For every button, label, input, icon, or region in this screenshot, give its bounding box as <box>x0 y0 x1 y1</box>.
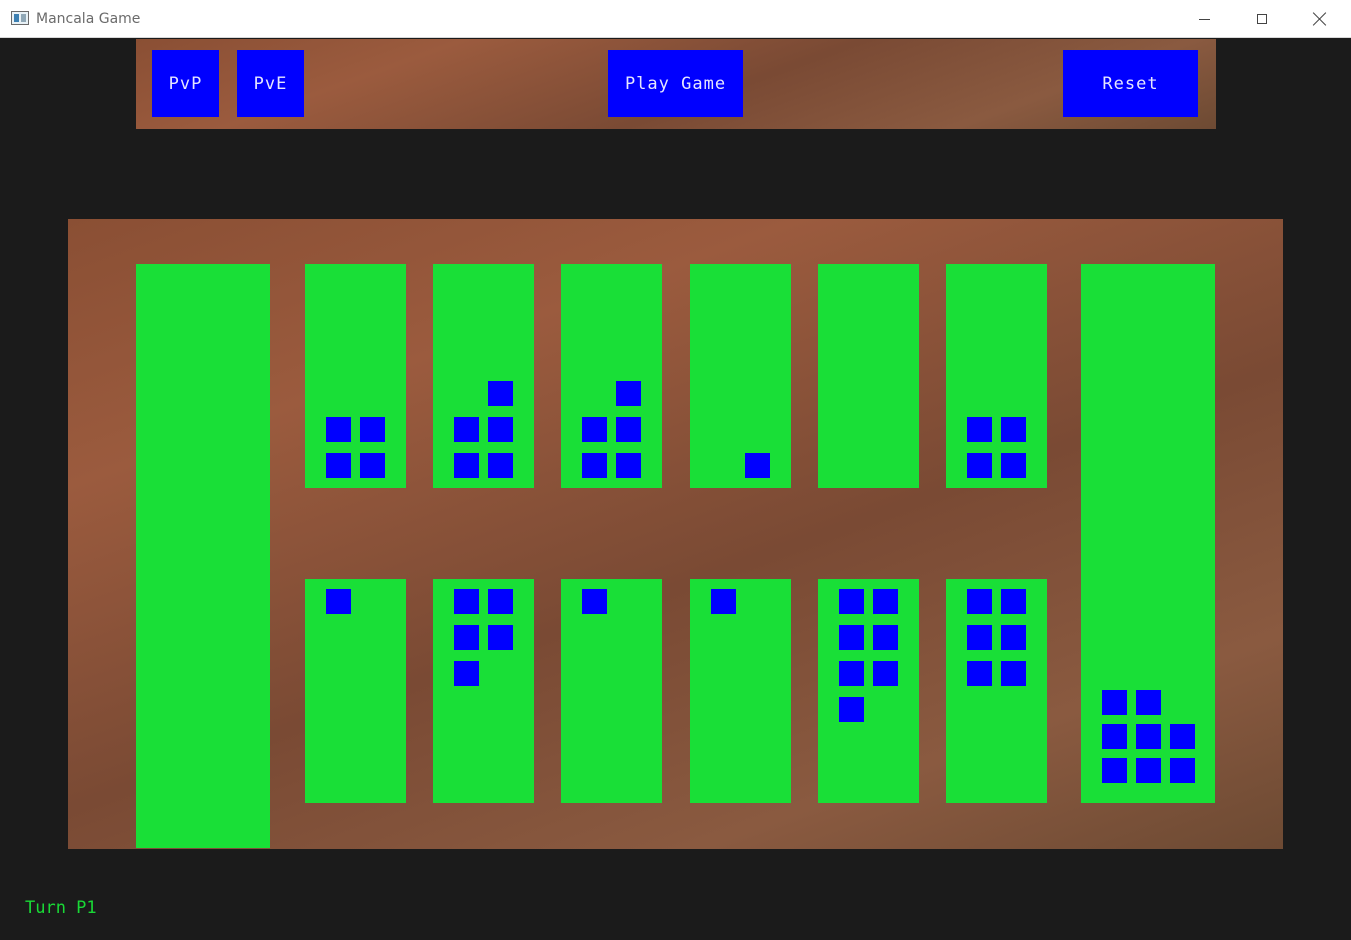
minimize-icon <box>1198 18 1210 20</box>
stone <box>967 453 992 478</box>
stone <box>873 589 898 614</box>
stone <box>454 625 479 650</box>
pve-button[interactable]: PvE <box>237 50 304 117</box>
window-titlebar: Mancala Game <box>0 0 1351 38</box>
stone <box>582 417 607 442</box>
stone <box>1136 724 1161 749</box>
stone <box>1001 625 1026 650</box>
stone <box>967 417 992 442</box>
turn-indicator: Turn P1 <box>25 898 97 918</box>
top-pit-6[interactable] <box>946 264 1047 488</box>
bottom-pit-6[interactable] <box>946 579 1047 803</box>
close-icon <box>1313 12 1327 26</box>
top-pit-5[interactable] <box>818 264 919 488</box>
stone <box>967 625 992 650</box>
play-game-button[interactable]: Play Game <box>608 50 743 117</box>
stone <box>454 417 479 442</box>
stone <box>711 589 736 614</box>
minimize-button[interactable] <box>1175 0 1233 38</box>
bottom-pit-5[interactable] <box>818 579 919 803</box>
top-pit-3[interactable] <box>561 264 662 488</box>
stone <box>839 589 864 614</box>
bottom-pit-3[interactable] <box>561 579 662 803</box>
stone <box>1170 724 1195 749</box>
stone <box>616 417 641 442</box>
maximize-button[interactable] <box>1233 0 1291 38</box>
pvp-button[interactable]: PvP <box>152 50 219 117</box>
maximize-icon <box>1257 14 1267 24</box>
stone <box>616 381 641 406</box>
mancala-board <box>68 219 1283 849</box>
stone <box>360 453 385 478</box>
stone <box>488 589 513 614</box>
bottom-pit-2[interactable] <box>433 579 534 803</box>
stone <box>454 589 479 614</box>
stone <box>616 453 641 478</box>
stone <box>488 381 513 406</box>
app-window-icon <box>11 11 29 25</box>
stone <box>1102 758 1127 783</box>
stone <box>1102 690 1127 715</box>
bottom-pit-1[interactable] <box>305 579 406 803</box>
close-button[interactable] <box>1291 0 1349 38</box>
stone <box>326 453 351 478</box>
stone <box>1102 724 1127 749</box>
stone <box>1001 453 1026 478</box>
stone <box>839 625 864 650</box>
stone <box>360 417 385 442</box>
stone <box>1136 758 1161 783</box>
window-title: Mancala Game <box>36 11 141 27</box>
stone <box>1001 661 1026 686</box>
stone <box>967 661 992 686</box>
stone <box>488 625 513 650</box>
stone <box>1001 589 1026 614</box>
stone <box>582 453 607 478</box>
toolbar: PvP PvE Play Game Reset <box>136 39 1216 129</box>
top-pit-2[interactable] <box>433 264 534 488</box>
stone <box>873 661 898 686</box>
top-pit-4[interactable] <box>690 264 791 488</box>
stone <box>839 697 864 722</box>
stone <box>745 453 770 478</box>
stone <box>967 589 992 614</box>
stone <box>582 589 607 614</box>
stone <box>839 661 864 686</box>
top-pit-1[interactable] <box>305 264 406 488</box>
stone <box>1170 758 1195 783</box>
stone <box>488 453 513 478</box>
left-store <box>136 264 270 848</box>
stone <box>454 453 479 478</box>
stone <box>326 417 351 442</box>
bottom-pit-4[interactable] <box>690 579 791 803</box>
stone <box>454 661 479 686</box>
stone <box>326 589 351 614</box>
stone <box>1001 417 1026 442</box>
stone <box>1136 690 1161 715</box>
stone <box>873 625 898 650</box>
reset-button[interactable]: Reset <box>1063 50 1198 117</box>
right-store <box>1081 264 1215 803</box>
stone <box>488 417 513 442</box>
